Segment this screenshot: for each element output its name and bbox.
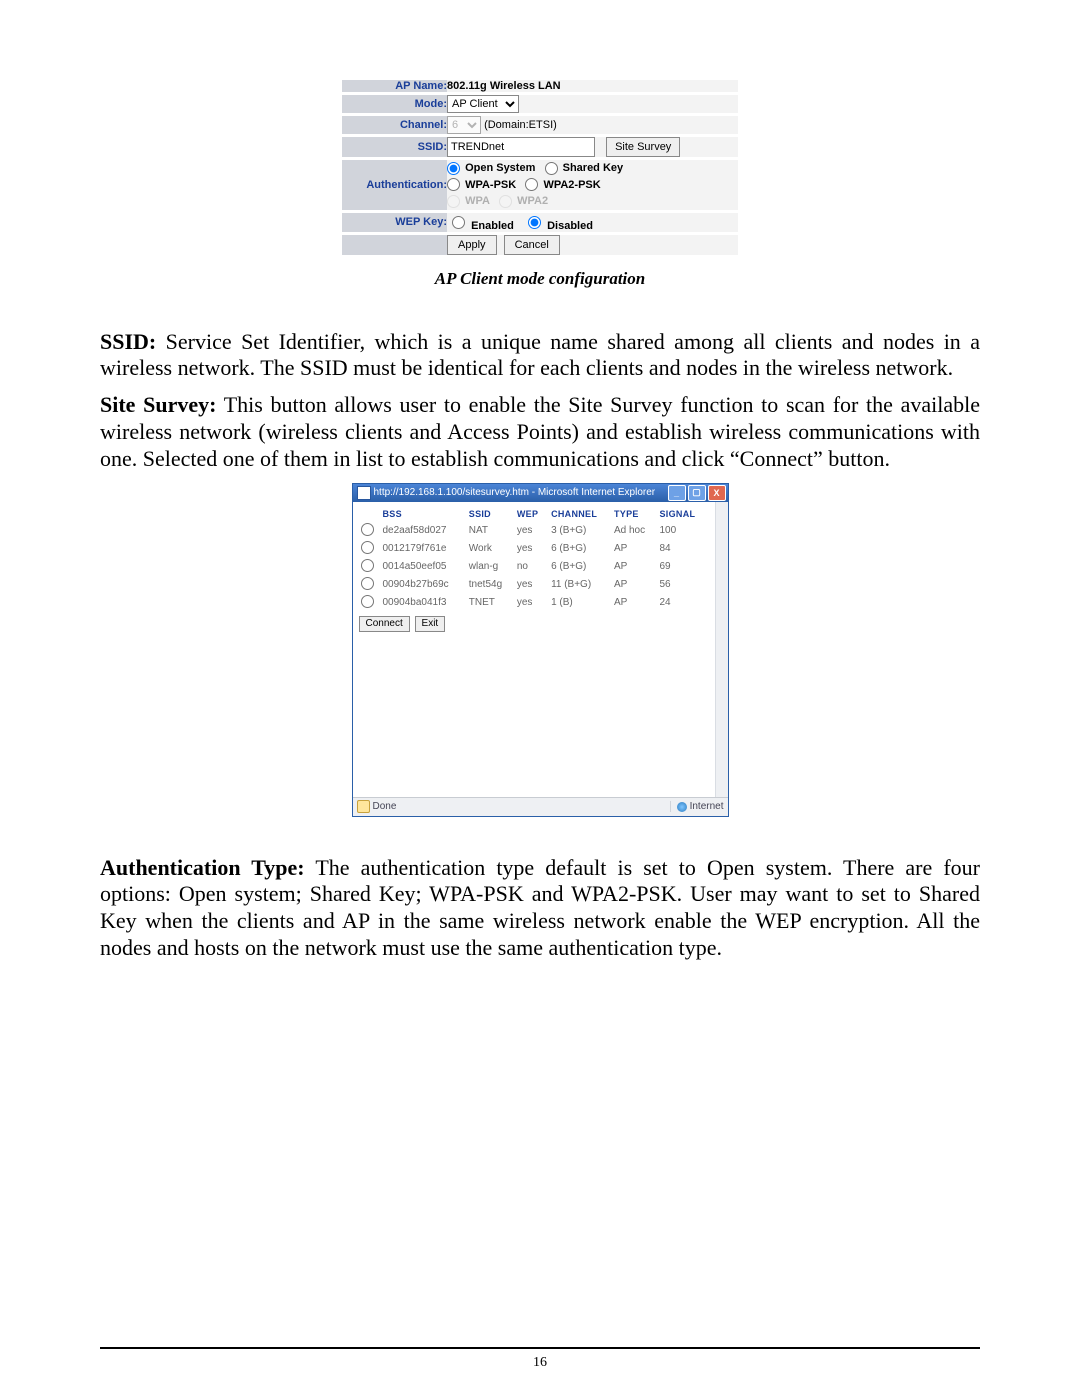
window-titlebar: http://192.168.1.100/sitesurvey.htm - Mi…	[353, 484, 728, 502]
mode-select[interactable]: AP Client	[447, 95, 519, 113]
mode-label: Mode:	[342, 95, 447, 113]
wep-key-label: WEP Key:	[342, 213, 447, 232]
ie-icon	[357, 486, 371, 500]
footer-rule	[100, 1347, 980, 1349]
col-channel: CHANNEL	[549, 506, 612, 522]
para-ssid: SSID: Service Set Identifier, which is a…	[100, 329, 980, 383]
site-survey-window: http://192.168.1.100/sitesurvey.htm - Mi…	[352, 483, 729, 817]
close-button[interactable]: X	[708, 485, 726, 501]
table-row[interactable]: 00904b27b69ctnet54gyes11 (B+G)AP56	[359, 576, 709, 594]
row-select[interactable]	[361, 523, 374, 536]
row-select[interactable]	[361, 559, 374, 572]
status-zone: Internet	[690, 801, 724, 812]
ap-name-value: 802.11g Wireless LAN	[447, 80, 561, 92]
done-icon	[357, 800, 370, 813]
scrollbar[interactable]	[715, 502, 728, 797]
window-title: http://192.168.1.100/sitesurvey.htm - Mi…	[374, 487, 666, 498]
channel-domain: (Domain:ETSI)	[484, 119, 557, 131]
ap-name-label: AP Name:	[342, 80, 447, 92]
auth-wpa: WPA	[447, 195, 490, 207]
table-row[interactable]: 0014a50eef05wlan-gno6 (B+G)AP69	[359, 558, 709, 576]
auth-wpa-psk[interactable]: WPA-PSK	[447, 179, 516, 191]
status-done: Done	[373, 801, 397, 812]
row-select[interactable]	[361, 595, 374, 608]
apply-button[interactable]: Apply	[447, 235, 497, 255]
buttons-label	[342, 235, 447, 255]
col-bss: BSS	[381, 506, 467, 522]
col-wep: WEP	[515, 506, 549, 522]
table-row[interactable]: 00904ba041f3TNETyes1 (B)AP24	[359, 594, 709, 612]
table-row[interactable]: 0012179f761eWorkyes6 (B+G)AP84	[359, 540, 709, 558]
ssid-label: SSID:	[342, 137, 447, 157]
page-number: 16	[0, 1355, 1080, 1371]
auth-wpa2: WPA2	[499, 195, 548, 207]
table-row[interactable]: de2aaf58d027NATyes3 (B+G)Ad hoc100	[359, 522, 709, 540]
globe-icon	[677, 802, 687, 812]
figure-caption: AP Client mode configuration	[100, 269, 980, 289]
para-site-survey: Site Survey: This button allows user to …	[100, 392, 980, 472]
site-survey-button[interactable]: Site Survey	[606, 137, 680, 157]
wep-enabled[interactable]: Enabled	[447, 220, 514, 232]
auth-open-system[interactable]: Open System	[447, 162, 535, 174]
row-select[interactable]	[361, 577, 374, 590]
col-signal: SIGNAL	[658, 506, 709, 522]
connect-button[interactable]: Connect	[359, 616, 410, 632]
row-select[interactable]	[361, 541, 374, 554]
maximize-button[interactable]: ▢	[688, 485, 706, 501]
channel-select: 6	[447, 116, 481, 134]
ssid-input[interactable]	[447, 137, 595, 157]
para-auth-type: Authentication Type: The authentication …	[100, 855, 980, 962]
status-bar: Done Internet	[353, 797, 728, 816]
wep-disabled[interactable]: Disabled	[523, 220, 593, 232]
minimize-button[interactable]: _	[668, 485, 686, 501]
ap-config-panel: AP Name: 802.11g Wireless LAN Mode: AP C…	[342, 80, 738, 255]
auth-shared-key[interactable]: Shared Key	[545, 162, 624, 174]
auth-wpa2-psk[interactable]: WPA2-PSK	[525, 179, 600, 191]
col-ssid: SSID	[467, 506, 515, 522]
site-survey-table: BSS SSID WEP CHANNEL TYPE SIGNAL de2aaf5…	[359, 506, 709, 612]
authentication-label: Authentication:	[342, 160, 447, 210]
channel-label: Channel:	[342, 116, 447, 134]
cancel-button[interactable]: Cancel	[504, 235, 560, 255]
exit-button[interactable]: Exit	[415, 616, 446, 632]
col-type: TYPE	[612, 506, 658, 522]
